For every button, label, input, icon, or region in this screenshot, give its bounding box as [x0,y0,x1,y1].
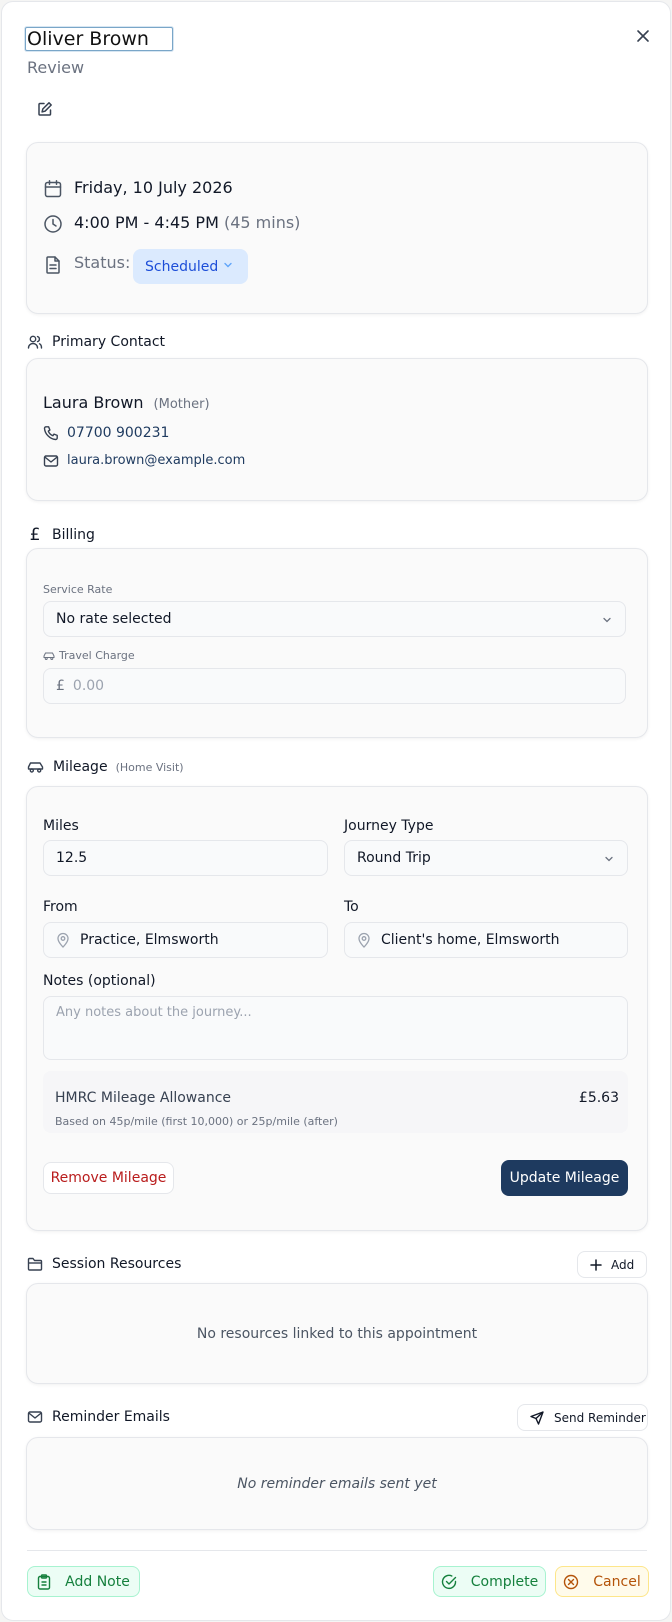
appointment-modal: Review Friday, 10 July 2026 4:00 PM - 4:… [1,1,671,1621]
miles-label: Miles [43,818,79,834]
from-field[interactable] [43,922,328,958]
add-note-label: Add Note [65,1573,130,1590]
add-resource-label: Add [611,1257,635,1272]
session-resources-heading-label: Session Resources [52,1256,182,1272]
contact-relation: (Mother) [153,397,210,412]
remove-mileage-button[interactable]: Remove Mileage [43,1162,174,1194]
from-input[interactable] [80,932,327,948]
mail-icon [43,453,59,469]
from-label: From [43,899,78,915]
plus-icon [590,1258,602,1271]
travel-charge-field[interactable]: £ [43,668,626,704]
x-circle-icon [563,1574,579,1590]
mileage-heading-note: (Home Visit) [115,760,184,774]
service-rate-value: No rate selected [56,611,172,627]
contact-name-row: Laura Brown (Mother) [43,393,210,412]
chevron-down-icon [603,853,615,865]
clipboard-icon [37,1573,51,1590]
travel-charge-label-row: Travel Charge [43,649,135,662]
send-reminder-button[interactable]: Send Reminder [517,1404,648,1431]
edit-icon[interactable] [34,98,56,120]
to-input[interactable] [381,932,627,948]
appointment-details-card: Friday, 10 July 2026 4:00 PM - 4:45 PM (… [26,142,648,314]
document-icon [43,255,63,275]
service-rate-label: Service Rate [43,583,113,596]
reminder-emails-heading: Reminder Emails [27,1409,170,1425]
map-pin-icon [56,932,70,948]
travel-charge-label: Travel Charge [59,649,135,662]
to-field[interactable] [344,922,628,958]
complete-label: Complete [470,1573,539,1590]
contact-email-link[interactable]: laura.brown@example.com [67,453,245,468]
add-resource-button[interactable]: Add [577,1251,647,1278]
allowance-amount: £5.63 [578,1090,619,1106]
chevron-down-icon [222,259,234,271]
car-icon [27,760,44,774]
reminder-emails-card: No reminder emails sent yet [26,1437,648,1530]
add-note-button[interactable]: Add Note [27,1566,140,1597]
client-name-input[interactable] [25,27,173,51]
check-circle-icon [441,1574,457,1590]
session-resources-heading: Session Resources [27,1256,181,1272]
billing-heading-label: Billing [52,527,95,543]
billing-card: Service Rate No rate selected Travel Cha… [26,548,648,738]
update-mileage-button[interactable]: Update Mileage [501,1160,628,1196]
reminders-empty-text: No reminder emails sent yet [237,1475,437,1492]
miles-field[interactable] [43,840,328,876]
pound-icon: £ [29,525,41,545]
complete-button[interactable]: Complete [433,1566,546,1597]
send-icon [530,1410,544,1425]
notes-field[interactable] [43,996,628,1060]
cancel-label: Cancel [593,1573,641,1590]
to-label: To [344,899,359,915]
calendar-icon [43,179,63,199]
currency-symbol: £ [56,678,65,694]
appointment-time: 4:00 PM - 4:45 PM (45 mins) [74,213,300,232]
duration: (45 mins) [223,213,301,232]
chevron-down-icon [601,614,613,626]
primary-contact-card: Laura Brown (Mother) 07700 900231 laura.… [26,358,648,501]
notes-textarea[interactable] [56,1005,615,1051]
primary-contact-heading-label: Primary Contact [52,334,166,350]
appointment-date: Friday, 10 July 2026 [74,178,233,197]
mileage-heading: Mileage (Home Visit) [27,759,184,775]
session-resources-card: No resources linked to this appointment [26,1283,648,1384]
primary-contact-heading: Primary Contact [27,334,165,350]
miles-input[interactable] [56,850,327,866]
map-pin-icon [357,932,371,948]
close-icon[interactable] [633,26,653,46]
contact-name: Laura Brown [43,393,144,412]
allowance-note: Based on 45p/mile (first 10,000) or 25p/… [55,1115,338,1128]
cancel-button[interactable]: Cancel [555,1566,649,1597]
journey-type-select[interactable]: Round Trip [344,840,628,876]
allowance-title: HMRC Mileage Allowance [55,1090,231,1106]
clock-icon [43,214,63,234]
footer-divider [27,1550,647,1551]
time-range: 4:00 PM - 4:45 PM [74,213,219,232]
reminder-emails-heading-label: Reminder Emails [52,1409,170,1425]
status-label: Status: [74,253,131,272]
mileage-heading-label: Mileage [53,759,108,775]
resources-empty-text: No resources linked to this appointment [196,1325,478,1342]
billing-heading: £ Billing [27,525,95,545]
send-reminder-label: Send Reminder [554,1410,646,1425]
folder-icon [27,1257,43,1271]
status-value: Scheduled [145,258,219,275]
users-icon [27,334,43,350]
mileage-card: Miles Journey Type Round Trip From To No… [26,786,648,1231]
mail-icon [27,1410,43,1424]
appointment-subtitle: Review [27,58,85,77]
contact-phone-link[interactable]: 07700 900231 [67,425,169,441]
notes-label: Notes (optional) [43,973,156,989]
journey-type-label: Journey Type [344,818,434,834]
status-dropdown[interactable]: Scheduled [133,249,248,284]
travel-charge-input[interactable] [72,678,625,694]
journey-type-value: Round Trip [357,850,431,866]
car-icon [43,651,55,661]
service-rate-select[interactable]: No rate selected [43,601,626,637]
phone-icon [43,425,59,441]
